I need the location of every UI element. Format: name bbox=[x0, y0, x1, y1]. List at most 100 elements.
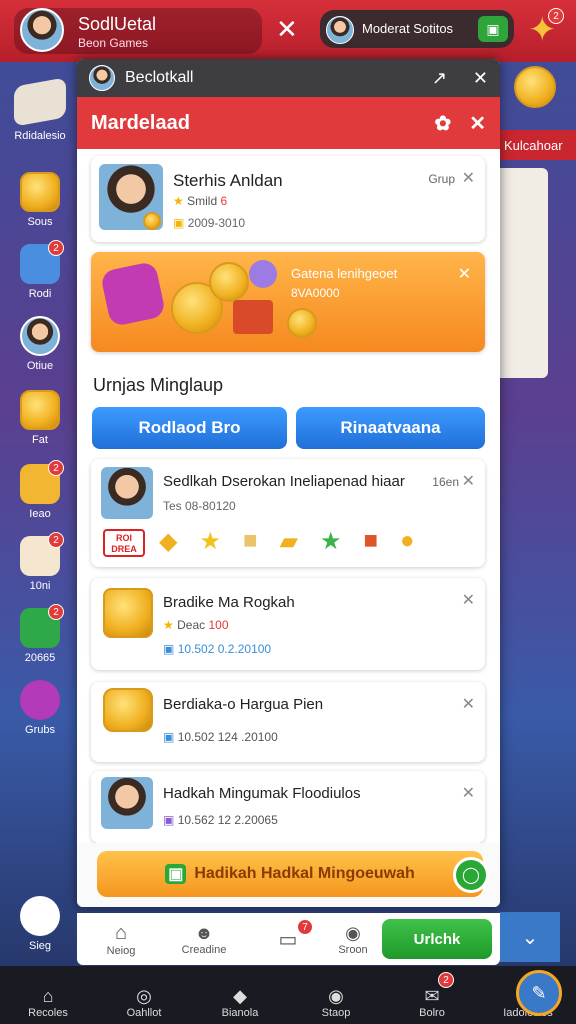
level-label: Deac bbox=[177, 618, 206, 632]
close-icon[interactable]: ✕ bbox=[462, 471, 475, 491]
subnav-label: Neiog bbox=[106, 944, 136, 957]
ticket-icon bbox=[103, 688, 153, 732]
nav-item-home[interactable]: ⌂ Recoles bbox=[0, 966, 96, 1024]
star-icon: ★ bbox=[173, 194, 184, 208]
close-icon[interactable]: ✕ bbox=[462, 590, 475, 610]
home-icon: ⌂ bbox=[114, 921, 128, 944]
chat-bubble-icon[interactable]: ✎ bbox=[516, 970, 562, 1016]
cta-label: Hadikah Hadkal Mingoeuwah bbox=[194, 865, 415, 882]
cards-icon: ◆ bbox=[233, 986, 247, 1006]
promo-sub: 8VA0000 bbox=[291, 286, 340, 300]
nav-item-2[interactable]: ◎ Oahllot bbox=[96, 966, 192, 1024]
avatar[interactable] bbox=[20, 8, 64, 52]
side-label: 20665 bbox=[24, 652, 56, 664]
profile-name: Sterhis Anldan bbox=[173, 171, 283, 190]
chest-icon bbox=[233, 300, 273, 334]
subnav-item[interactable]: ◉ Sroon bbox=[333, 923, 373, 956]
profile-card[interactable]: Sterhis Anldan ★ Smild 6 ▣ 2009-3010 Gru… bbox=[91, 156, 485, 242]
red-title-bar: Mardelaad ✿ ✕ bbox=[77, 97, 500, 149]
close-icon[interactable]: ✕ bbox=[458, 264, 471, 284]
chevron-down-icon[interactable]: ⌄ bbox=[500, 912, 560, 962]
mode-avatar bbox=[326, 16, 354, 44]
promo-title: Gatena lenihgeoet bbox=[291, 266, 398, 281]
close-icon[interactable]: ✕ bbox=[276, 14, 298, 45]
close-icon[interactable]: ✕ bbox=[473, 68, 488, 89]
side-badge: 2 bbox=[48, 240, 64, 256]
subnav-label: Creadine bbox=[181, 943, 227, 956]
coin-icon bbox=[20, 390, 60, 430]
side-item-8[interactable]: Grubs bbox=[0, 680, 80, 736]
close-icon[interactable]: ✕ bbox=[462, 694, 475, 714]
side-item-3[interactable]: Otiue bbox=[0, 316, 80, 372]
list-item[interactable]: Sedlkah Dserokan Ineliapenad hiaar Tes 0… bbox=[91, 459, 485, 567]
list-item[interactable]: Hadkah Mingumak Floodiulos ▣ 10.562 12 2… bbox=[91, 771, 485, 843]
nav-item-5[interactable]: ✉ Bolro 2 bbox=[384, 966, 480, 1024]
level-value: 6 bbox=[220, 194, 228, 208]
side-crate[interactable]: Rdidalesio bbox=[0, 77, 80, 142]
subnav-label: Sroon bbox=[338, 943, 368, 956]
left-action-button[interactable]: Rodlaod Bro bbox=[92, 407, 287, 449]
close-icon[interactable]: ✕ bbox=[469, 111, 486, 136]
notification-badge: 2 bbox=[548, 8, 564, 24]
side-item-4[interactable]: Fat bbox=[0, 390, 80, 446]
calendar-icon: ▣ bbox=[163, 730, 175, 744]
list-item[interactable]: Bradike Ma Rogkah ★ Deac 100 ▣ 10.502 0.… bbox=[91, 578, 485, 670]
nav-item-3[interactable]: ◆ Bianola bbox=[192, 966, 288, 1024]
side-label: Ieao bbox=[29, 508, 51, 520]
right-action-button[interactable]: Rinaatvaana bbox=[296, 407, 485, 449]
red-title: Mardelaad bbox=[91, 111, 190, 134]
crate-icon bbox=[14, 77, 66, 127]
level-value: 100 bbox=[208, 618, 229, 632]
star-icon: ★ bbox=[199, 528, 221, 555]
nav-item-4[interactable]: ◉ Staop bbox=[288, 966, 384, 1024]
reward-row: ◆ ★ ■ ▰ ★ ■ ● bbox=[159, 527, 414, 556]
chat-icon[interactable]: ◯ bbox=[453, 857, 489, 893]
side-item-1[interactable]: Sous bbox=[0, 172, 80, 228]
modal-title: Beclotkall bbox=[125, 69, 194, 86]
close-icon[interactable]: ✕ bbox=[462, 168, 475, 188]
gear-icon[interactable]: ✿ bbox=[434, 111, 451, 136]
profile-date: 2009-3010 bbox=[187, 216, 246, 230]
claim-button[interactable]: Urlchk bbox=[382, 919, 492, 959]
star-icon: ★ bbox=[163, 618, 174, 632]
cta-icon: ▣ bbox=[165, 864, 187, 884]
green-star-icon: ★ bbox=[319, 528, 342, 555]
friends-icon: ☻ bbox=[194, 922, 214, 943]
side-item-2[interactable]: Rodi bbox=[0, 244, 80, 300]
home-icon: ⌂ bbox=[42, 986, 54, 1006]
promo-banner[interactable]: Gatena lenihgeoet 8VA0000 ✕ bbox=[91, 252, 485, 352]
shop-icon: ◉ bbox=[328, 986, 344, 1006]
ticket-icon: ◆ bbox=[159, 528, 178, 555]
cta-button[interactable]: ▣ Hadikah Hadkal Mingoeuwah bbox=[97, 851, 483, 897]
right-coin-icon[interactable] bbox=[514, 66, 556, 108]
close-icon[interactable]: ✕ bbox=[462, 783, 475, 803]
player-name: SodlUetal bbox=[78, 14, 157, 34]
subnav-item[interactable]: ☻ Creadine bbox=[165, 923, 243, 956]
calendar-icon: ▣ bbox=[163, 642, 175, 656]
mail-icon: ✉ bbox=[424, 986, 440, 1006]
item-date: Tes 08-80120 bbox=[163, 499, 236, 513]
gem-icon bbox=[249, 260, 277, 288]
coin-icon bbox=[143, 212, 161, 230]
side-item-5[interactable]: Ieao bbox=[0, 464, 80, 520]
side-item-7[interactable]: 20665 bbox=[0, 608, 80, 664]
bottom-nav: ⌂ Recoles ◎ Oahllot ◆ Bianola ◉ Staop ✉ Bolro… bbox=[0, 966, 576, 1024]
side-badge: 2 bbox=[48, 460, 64, 476]
side-label: 10ni bbox=[29, 580, 51, 592]
subnav-item[interactable]: ▭ 7 bbox=[243, 918, 333, 952]
gold-bar-icon: ▰ bbox=[279, 528, 298, 555]
wallet-icon[interactable]: ▣ bbox=[478, 16, 508, 42]
top-bar: SodlUetal Beon Games ✕ Moderat Sotitos ▣… bbox=[0, 0, 576, 62]
side-item-9[interactable]: Sieg bbox=[0, 896, 80, 952]
right-panel bbox=[500, 168, 548, 378]
subnav-item[interactable]: ⌂ Neiog bbox=[77, 922, 165, 957]
list-item[interactable]: Berdiaka‑o Hargua Pien ▣ 10.502 124 .201… bbox=[91, 682, 485, 762]
expand-icon[interactable]: ↗ bbox=[432, 68, 447, 89]
side-top-label: Rdidalesio bbox=[14, 130, 66, 142]
side-label: Fat bbox=[32, 434, 48, 446]
item-avatar bbox=[101, 777, 153, 829]
side-item-6[interactable]: 10ni bbox=[0, 536, 80, 592]
friend-avatar bbox=[20, 316, 60, 356]
coin-icon bbox=[287, 308, 317, 338]
player-sub: Beon Games bbox=[78, 36, 149, 50]
